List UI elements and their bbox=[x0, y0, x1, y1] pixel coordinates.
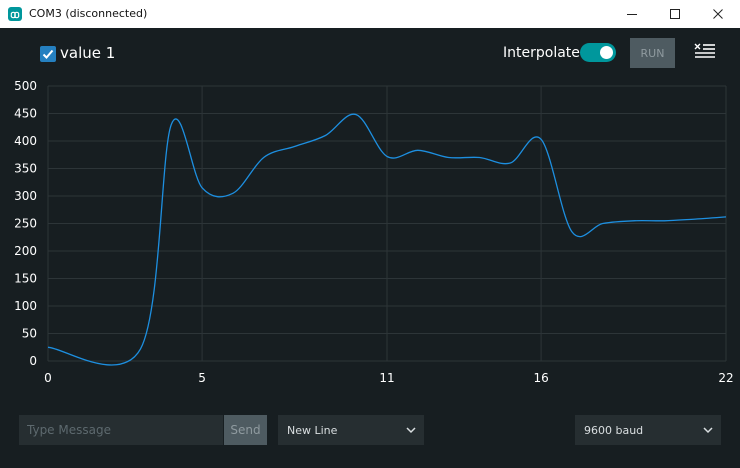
y-tick-label: 450 bbox=[14, 107, 37, 121]
chevron-down-icon bbox=[406, 427, 416, 434]
chevron-down-icon bbox=[703, 427, 713, 434]
send-button[interactable]: Send bbox=[224, 415, 267, 445]
clear-list-icon bbox=[694, 43, 715, 58]
series-label[interactable]: value 1 bbox=[60, 44, 115, 62]
line-chart: 0 50 100 150 200 250 300 350 400 450 500 0 5 11 16 22 bbox=[14, 79, 734, 385]
y-tick-label: 500 bbox=[14, 79, 37, 93]
infinity-icon bbox=[10, 11, 20, 19]
y-tick-label: 100 bbox=[14, 299, 37, 313]
y-tick-label: 400 bbox=[14, 134, 37, 148]
baud-rate-value: 9600 baud bbox=[584, 423, 644, 437]
chart-tick-labels: 0 50 100 150 200 250 300 350 400 450 500 0 5 11 16 22 bbox=[14, 79, 734, 385]
interpolate-toggle[interactable] bbox=[580, 43, 616, 62]
x-tick-label: 22 bbox=[718, 371, 733, 385]
close-icon bbox=[713, 9, 723, 19]
line-ending-select[interactable]: New Line bbox=[278, 415, 424, 445]
clear-button[interactable] bbox=[694, 42, 716, 60]
toggle-knob bbox=[600, 46, 613, 59]
arduino-app-icon bbox=[8, 7, 22, 21]
window-title: COM3 (disconnected) bbox=[29, 7, 148, 20]
y-tick-label: 300 bbox=[14, 189, 37, 203]
x-tick-label: 16 bbox=[533, 371, 548, 385]
maximize-icon bbox=[670, 9, 680, 19]
y-tick-label: 0 bbox=[29, 354, 37, 368]
x-tick-label: 5 bbox=[198, 371, 206, 385]
baud-rate-select[interactable]: 9600 baud bbox=[575, 415, 721, 445]
y-tick-label: 50 bbox=[22, 327, 37, 341]
interpolate-label: Interpolate bbox=[503, 45, 580, 61]
x-tick-label: 11 bbox=[379, 371, 394, 385]
y-tick-label: 250 bbox=[14, 217, 37, 231]
line-ending-value: New Line bbox=[287, 423, 338, 437]
y-tick-label: 150 bbox=[14, 272, 37, 286]
message-input[interactable] bbox=[19, 415, 223, 445]
minimize-button[interactable] bbox=[610, 0, 654, 28]
run-button[interactable]: RUN bbox=[630, 38, 675, 68]
x-tick-label: 0 bbox=[44, 371, 52, 385]
y-tick-label: 200 bbox=[14, 244, 37, 258]
close-button[interactable] bbox=[696, 0, 740, 28]
maximize-button[interactable] bbox=[653, 0, 697, 28]
checkmark-icon bbox=[42, 49, 54, 59]
minimize-icon bbox=[627, 14, 637, 15]
series-checkbox[interactable] bbox=[40, 46, 56, 62]
y-tick-label: 350 bbox=[14, 162, 37, 176]
title-bar: COM3 (disconnected) bbox=[0, 0, 740, 28]
